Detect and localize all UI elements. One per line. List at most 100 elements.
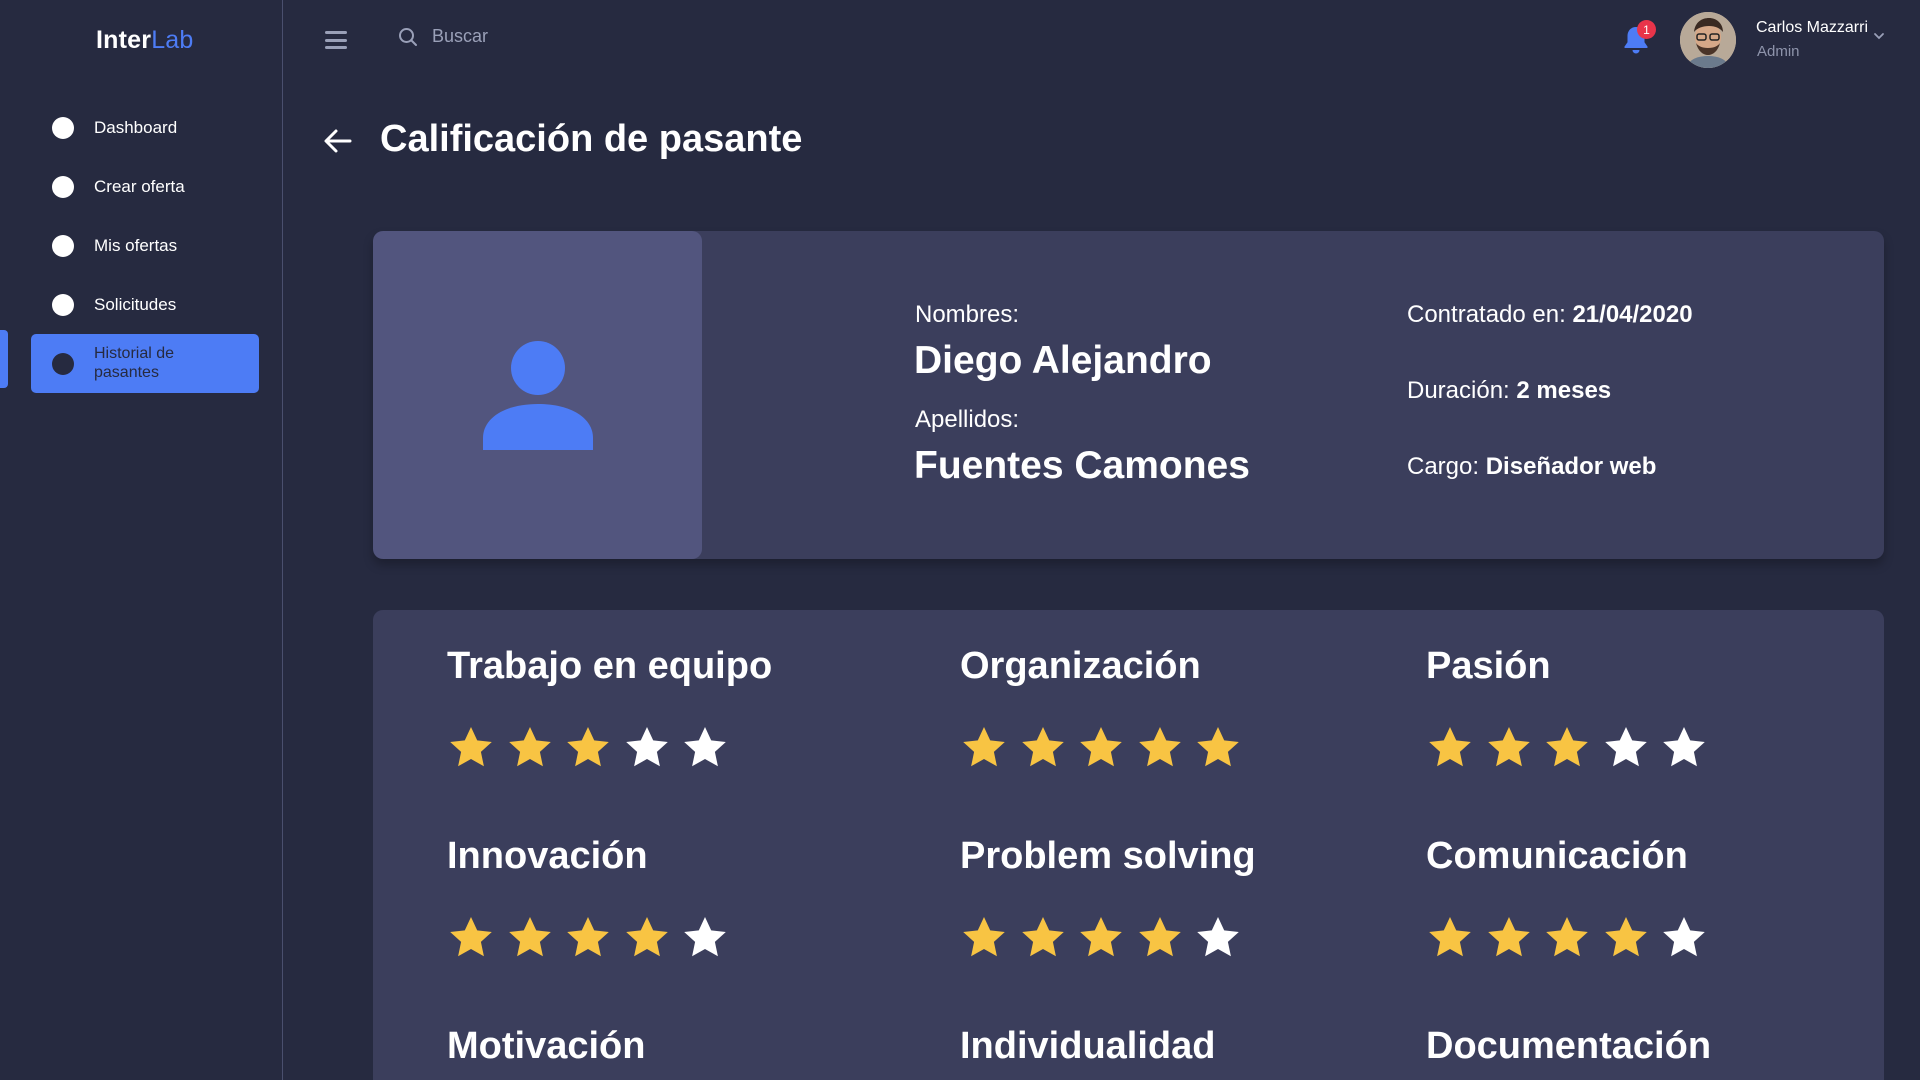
star-icon[interactable] [1136, 724, 1184, 772]
star-icon[interactable] [447, 724, 495, 772]
star-icon[interactable] [1019, 914, 1067, 962]
page-title: Calificación de pasante [380, 118, 803, 160]
bullet-icon [52, 116, 74, 139]
user-icon [483, 341, 593, 450]
surnames-label: Apellidos: [915, 406, 1020, 433]
rating-title: Motivación [447, 1025, 646, 1067]
star-icon[interactable] [1660, 914, 1708, 962]
rating-item: Innovación [447, 835, 740, 962]
star-icon[interactable] [1077, 914, 1125, 962]
star-icon[interactable] [1485, 914, 1533, 962]
sidebar-item-solicitudes[interactable]: Solicitudes [0, 275, 283, 334]
sidebar-nav: Dashboard Crear oferta Mis ofertas Solic… [0, 98, 283, 393]
star-icon[interactable] [1543, 914, 1591, 962]
sidebar-item-label: Crear oferta [94, 176, 185, 196]
profile-photo-placeholder [373, 231, 702, 559]
rating-item: Trabajo en equipo [447, 645, 772, 772]
search-bar [398, 26, 732, 47]
star-icon[interactable] [1194, 914, 1242, 962]
logo-text-accent: Lab [151, 26, 194, 54]
star-icon[interactable] [1426, 914, 1474, 962]
sidebar-item-label: Mis ofertas [94, 235, 178, 255]
sidebar-item-historial-de-pasantes[interactable]: Historial de pasantes [31, 334, 259, 393]
search-input[interactable] [432, 26, 732, 47]
star-icon[interactable] [681, 724, 729, 772]
star-icon[interactable] [1194, 724, 1242, 772]
star-icon[interactable] [506, 724, 554, 772]
star-rating[interactable] [1426, 914, 1719, 962]
hired-date: Contratado en: 21/04/2020 [1407, 301, 1693, 329]
rating-title: Innovación [447, 835, 648, 877]
bullet-icon [52, 175, 74, 198]
sidebar-item-dashboard[interactable]: Dashboard [0, 98, 283, 157]
star-icon[interactable] [681, 914, 729, 962]
star-icon[interactable] [1136, 914, 1184, 962]
star-icon[interactable] [447, 914, 495, 962]
sidebar-item-mis-ofertas[interactable]: Mis ofertas [0, 216, 283, 275]
hired-label: Contratado en: [1407, 301, 1566, 328]
rating-item: Individualidad [960, 1025, 1215, 1068]
star-rating[interactable] [960, 724, 1253, 772]
rating-title: Pasión [1426, 645, 1551, 687]
user-role: Admin [1757, 43, 1800, 60]
rating-title: Individualidad [960, 1025, 1216, 1067]
logo[interactable]: InterLab [96, 26, 194, 55]
hired-value: 21/04/2020 [1572, 301, 1693, 328]
avatar[interactable] [1680, 12, 1736, 68]
star-icon[interactable] [1602, 724, 1650, 772]
rating-item: Problem solving [960, 835, 1256, 962]
rating-item: Documentación [1426, 1025, 1711, 1068]
sidebar-item-label: Historial de pasantes [94, 345, 175, 381]
search-icon [399, 27, 417, 46]
star-icon[interactable] [1543, 724, 1591, 772]
bullet-icon [52, 352, 74, 375]
star-icon[interactable] [506, 914, 554, 962]
star-icon[interactable] [1602, 914, 1650, 962]
star-icon[interactable] [1426, 724, 1474, 772]
star-icon[interactable] [1019, 724, 1067, 772]
hamburger-icon[interactable] [325, 31, 347, 49]
rating-title: Organización [960, 645, 1201, 687]
star-rating[interactable] [447, 914, 740, 962]
user-name[interactable]: Carlos Mazzarri [1756, 19, 1868, 37]
star-rating[interactable] [447, 724, 772, 772]
sidebar-item-crear-oferta[interactable]: Crear oferta [0, 157, 283, 216]
rating-title: Comunicación [1426, 835, 1688, 877]
rating-title: Problem solving [960, 835, 1256, 877]
rating-item: Organización [960, 645, 1253, 772]
sidebar: InterLab Dashboard Crear oferta Mis ofer… [0, 0, 283, 1080]
chevron-down-icon[interactable] [1873, 31, 1885, 41]
logo-text-primary: Inter [96, 26, 152, 54]
star-icon[interactable] [960, 724, 1008, 772]
star-rating[interactable] [960, 914, 1256, 962]
intern-profile-card: Nombres: Diego Alejandro Apellidos: Fuen… [373, 231, 1884, 559]
bullet-icon [52, 234, 74, 257]
duration: Duración: 2 meses [1407, 377, 1611, 405]
back-arrow-icon[interactable] [322, 125, 354, 157]
star-icon[interactable] [564, 724, 612, 772]
rating-title: Documentación [1426, 1025, 1712, 1067]
sidebar-item-label: Dashboard [94, 117, 178, 137]
role-value: Diseñador web [1485, 453, 1657, 480]
star-icon[interactable] [960, 914, 1008, 962]
star-icon[interactable] [1485, 724, 1533, 772]
rating-item: Comunicación [1426, 835, 1719, 962]
role-label: Cargo: [1407, 453, 1480, 480]
star-icon[interactable] [623, 724, 671, 772]
star-icon[interactable] [623, 914, 671, 962]
sidebar-item-label: Solicitudes [94, 294, 177, 314]
duration-label: Duración: [1407, 377, 1510, 404]
star-icon[interactable] [1077, 724, 1125, 772]
intern-names: Diego Alejandro [914, 339, 1212, 382]
star-icon[interactable] [1660, 724, 1708, 772]
star-rating[interactable] [1426, 724, 1719, 772]
bullet-icon [52, 293, 74, 316]
role: Cargo: Diseñador web [1407, 453, 1656, 481]
star-icon[interactable] [564, 914, 612, 962]
names-label: Nombres: [915, 301, 1020, 328]
active-nav-indicator [0, 330, 8, 388]
rating-item: Motivación [447, 1025, 645, 1068]
notification-badge: 1 [1637, 20, 1656, 39]
intern-surnames: Fuentes Camones [914, 444, 1250, 487]
ratings-card: Trabajo en equipo Organización Pasión Innov… [373, 610, 1884, 1080]
